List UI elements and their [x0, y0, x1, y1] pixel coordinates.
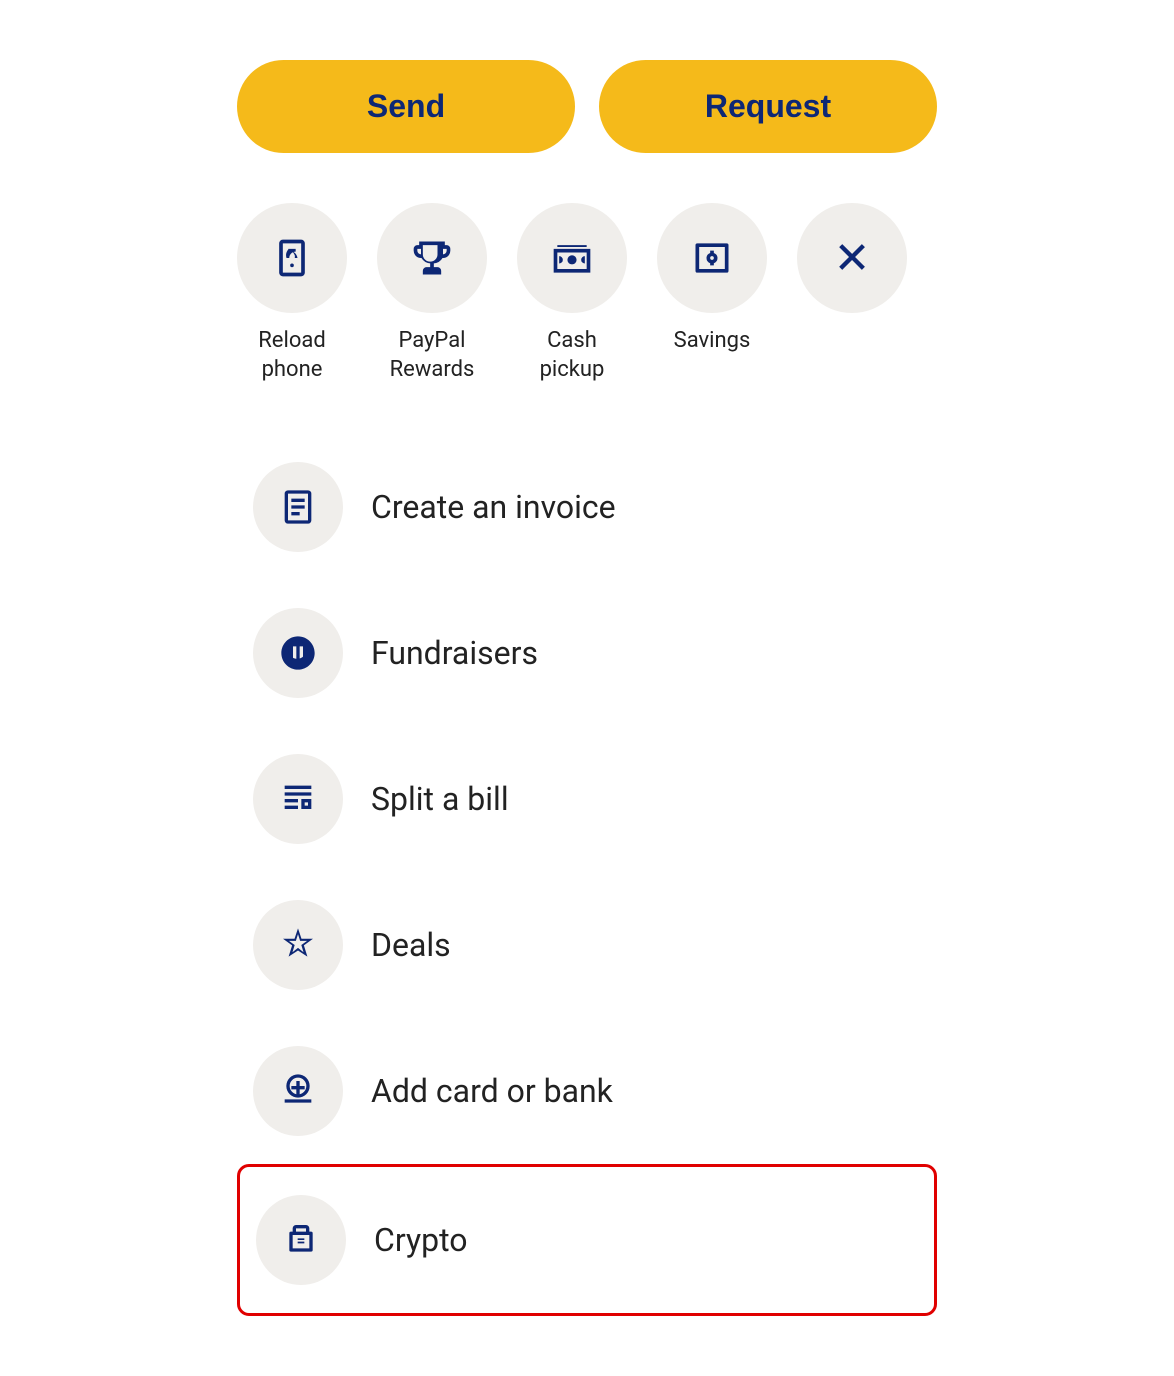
quick-action-paypal-rewards[interactable]: PayPalRewards — [377, 203, 487, 384]
quick-action-reload-phone[interactable]: Reloadphone — [237, 203, 347, 384]
deals-icon — [278, 925, 318, 965]
quick-action-close[interactable]: ✕ — [797, 203, 907, 327]
add-card-bank-icon — [278, 1071, 318, 1111]
list-item-create-invoice[interactable]: Create an invoice — [237, 434, 937, 580]
deals-label: Deals — [371, 926, 451, 964]
create-invoice-label: Create an invoice — [371, 488, 616, 526]
add-card-bank-label: Add card or bank — [371, 1072, 613, 1110]
savings-label: Savings — [674, 327, 751, 356]
request-button[interactable]: Request — [599, 60, 937, 153]
quick-action-cash-pickup[interactable]: Cashpickup — [517, 203, 627, 384]
split-bill-icon — [278, 779, 318, 819]
send-button[interactable]: Send — [237, 60, 575, 153]
reload-phone-label: Reloadphone — [258, 327, 326, 384]
fundraisers-icon — [278, 633, 318, 673]
crypto-label: Crypto — [374, 1221, 467, 1259]
savings-icon — [690, 236, 734, 280]
fundraisers-label: Fundraisers — [371, 634, 538, 672]
invoice-icon — [278, 487, 318, 527]
cash-pickup-label: Cashpickup — [540, 327, 605, 384]
cash-pickup-icon — [550, 236, 594, 280]
main-container: Send Request Reloadphone — [237, 60, 937, 1316]
list-item-split-bill[interactable]: Split a bill — [237, 726, 937, 872]
trophy-icon — [410, 236, 454, 280]
quick-action-savings[interactable]: Savings — [657, 203, 767, 356]
list-item-add-card-bank[interactable]: Add card or bank — [237, 1018, 937, 1164]
crypto-icon — [281, 1220, 321, 1260]
close-icon: ✕ — [834, 236, 871, 280]
list-item-fundraisers[interactable]: Fundraisers — [237, 580, 937, 726]
reload-phone-icon — [270, 236, 314, 280]
paypal-rewards-label: PayPalRewards — [390, 327, 475, 384]
list-item-crypto[interactable]: Crypto — [237, 1164, 937, 1316]
list-item-deals[interactable]: Deals — [237, 872, 937, 1018]
action-buttons-row: Send Request — [237, 60, 937, 153]
split-bill-label: Split a bill — [371, 780, 509, 818]
quick-actions-row: Reloadphone PayPalRewards — [237, 203, 937, 384]
list-items-section: Create an invoice Fundraisers — [237, 434, 937, 1316]
